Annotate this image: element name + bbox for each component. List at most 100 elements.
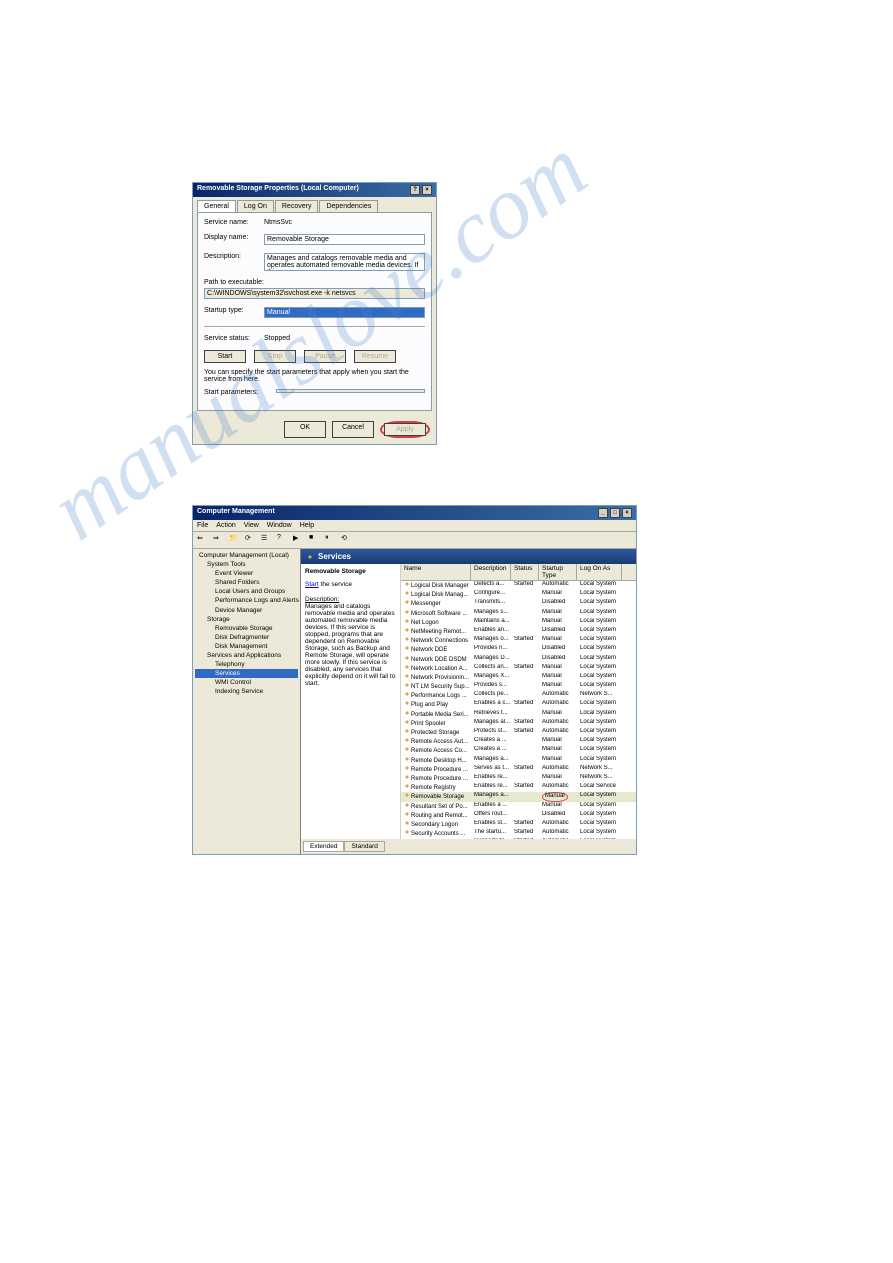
service-row[interactable]: Remote RegistryEnables re...StartedAutom… — [401, 783, 636, 792]
menu-window[interactable]: Window — [267, 522, 292, 529]
tree-item[interactable]: Services — [195, 669, 298, 678]
col-startup-type[interactable]: Startup Type — [539, 564, 577, 580]
service-row[interactable]: Protected StorageProtects st...StartedAu… — [401, 728, 636, 737]
start-params-label: Start parameters: — [204, 389, 276, 396]
service-row[interactable]: Remote Access Co...Creates a ...ManualLo… — [401, 746, 636, 755]
service-row[interactable]: Network Location A...Collects an...Start… — [401, 664, 636, 673]
dialog-title: Removable Storage Properties (Local Comp… — [197, 185, 359, 195]
folder-icon[interactable]: 📁 — [229, 534, 241, 546]
maximize-icon[interactable]: □ — [610, 508, 620, 518]
start-button[interactable]: Start — [204, 350, 246, 363]
description-input[interactable]: Manages and catalogs removable media and… — [264, 253, 425, 271]
tree-item[interactable]: Indexing Service — [195, 687, 298, 696]
col-log-on-as[interactable]: Log On As — [577, 564, 622, 580]
computer-management-window: Computer Management _ □ × File Action Vi… — [192, 505, 637, 855]
service-row[interactable]: Network ConnectionsManages o...StartedMa… — [401, 636, 636, 645]
service-row[interactable]: Resultant Set of Po...Enables a ...Manua… — [401, 802, 636, 811]
dialog-titlebar[interactable]: Removable Storage Properties (Local Comp… — [193, 183, 436, 197]
service-row[interactable]: Logical Disk ManagerDetects a...StartedA… — [401, 581, 636, 590]
service-row[interactable]: Secondary LogonEnables st...StartedAutom… — [401, 820, 636, 829]
service-row[interactable]: Remote Desktop H...Manages a...ManualLoc… — [401, 756, 636, 765]
refresh-icon[interactable]: ⟳ — [245, 534, 257, 546]
tree-item[interactable]: Performance Logs and Alerts — [195, 596, 298, 605]
restart-icon[interactable]: ⟲ — [341, 534, 353, 546]
service-description-panel: Removable Storage Start the service Desc… — [301, 564, 401, 839]
service-row[interactable]: Performance Logs ...Collects pe...Automa… — [401, 691, 636, 700]
tree-item[interactable]: Shared Folders — [195, 578, 298, 587]
tree-item[interactable]: Computer Management (Local) — [195, 551, 298, 560]
tree-panel: Computer Management (Local)System ToolsE… — [193, 549, 301, 854]
service-row[interactable]: Security Accounts ...The startu...Starte… — [401, 829, 636, 838]
play-icon[interactable]: ▶ — [293, 534, 305, 546]
tab-general[interactable]: General — [197, 200, 236, 212]
back-icon[interactable]: ⇐ — [197, 534, 209, 546]
description-label: Description: — [204, 253, 264, 260]
service-name-label: Service name: — [204, 219, 264, 226]
service-row[interactable]: Net LogonMaintains a...ManualLocal Syste… — [401, 618, 636, 627]
minimize-icon[interactable]: _ — [598, 508, 608, 518]
menu-file[interactable]: File — [197, 522, 208, 529]
service-row[interactable]: Print SpoolerManages al...StartedAutomat… — [401, 719, 636, 728]
ok-button[interactable]: OK — [284, 421, 326, 438]
service-row[interactable]: Network DDEProvides n...DisabledLocal Sy… — [401, 645, 636, 654]
cancel-button[interactable]: Cancel — [332, 421, 374, 438]
service-row[interactable]: Network Provisionin...Manages X...Manual… — [401, 673, 636, 682]
forward-icon[interactable]: ⇒ — [213, 534, 225, 546]
menu-view[interactable]: View — [244, 522, 259, 529]
service-row[interactable]: MessengerTransmits...DisabledLocal Syste… — [401, 599, 636, 608]
help-icon[interactable]: ? — [410, 185, 420, 195]
tree-item[interactable]: Local Users and Groups — [195, 587, 298, 596]
startup-select[interactable]: Manual — [264, 307, 425, 318]
service-row[interactable]: Logical Disk Manag...Configure...ManualL… — [401, 590, 636, 599]
tree-item[interactable]: Removable Storage — [195, 624, 298, 633]
tree-item[interactable]: Event Viewer — [195, 569, 298, 578]
tree-item[interactable]: Services and Applications — [195, 651, 298, 660]
tree-item[interactable]: WMI Control — [195, 678, 298, 687]
dialog-tabs: General Log On Recovery Dependencies — [193, 197, 436, 212]
display-name-label: Display name: — [204, 234, 264, 241]
tab-recovery[interactable]: Recovery — [275, 200, 319, 212]
tree-item[interactable]: Device Manager — [195, 606, 298, 615]
window-titlebar[interactable]: Computer Management _ □ × — [193, 506, 636, 520]
menu-action[interactable]: Action — [216, 522, 235, 529]
close-icon[interactable]: × — [422, 185, 432, 195]
menu-help[interactable]: Help — [300, 522, 314, 529]
service-row[interactable]: Microsoft Software ...Manages s...Manual… — [401, 609, 636, 618]
tree-item[interactable]: Disk Defragmenter — [195, 633, 298, 642]
service-row[interactable]: Remote Access Aut...Creates a ...ManualL… — [401, 737, 636, 746]
gear-icon — [307, 554, 313, 560]
display-name-input[interactable]: Removable Storage — [264, 234, 425, 245]
close-icon[interactable]: × — [622, 508, 632, 518]
stop-icon[interactable]: ■ — [309, 534, 321, 546]
col-description[interactable]: Description — [471, 564, 511, 580]
view-tab-standard[interactable]: Standard — [344, 841, 384, 852]
service-row[interactable]: NT LM Security Sup...Provides s...Manual… — [401, 682, 636, 691]
help-icon[interactable]: ? — [277, 534, 289, 546]
service-row[interactable]: NetMeeting Remot...Enables an...Disabled… — [401, 627, 636, 636]
service-row[interactable]: Portable Media Seri...Retrieves t...Manu… — [401, 710, 636, 719]
tree-item[interactable]: Storage — [195, 615, 298, 624]
pause-icon[interactable]: ⏸ — [325, 534, 337, 546]
service-row[interactable]: Routing and Remot...Offers rout...Disabl… — [401, 811, 636, 820]
tree-item[interactable]: System Tools — [195, 560, 298, 569]
status-label: Service status: — [204, 335, 264, 342]
path-label: Path to executable: — [204, 279, 425, 286]
view-tabs: Extended Standard — [301, 839, 636, 854]
service-name-value: NtmsSvc — [264, 219, 425, 226]
props-icon[interactable]: ☰ — [261, 534, 273, 546]
service-row[interactable]: Removable StorageManages a...ManualLocal… — [401, 792, 636, 801]
col-name[interactable]: Name — [401, 564, 471, 580]
tab-dependencies[interactable]: Dependencies — [319, 200, 378, 212]
desc-heading: Description: — [305, 596, 396, 603]
start-link[interactable]: Start — [305, 581, 319, 588]
service-row[interactable]: Remote Procedure ...Enables re...ManualN… — [401, 774, 636, 783]
service-row[interactable]: Network DDE DSDMManages D...DisabledLoca… — [401, 655, 636, 664]
tab-logon[interactable]: Log On — [237, 200, 274, 212]
service-row[interactable]: Remote Procedure ...Serves as t...Starte… — [401, 765, 636, 774]
tree-item[interactable]: Disk Management — [195, 642, 298, 651]
col-status[interactable]: Status — [511, 564, 539, 580]
apply-button: Apply — [384, 423, 426, 436]
tree-item[interactable]: Telephony — [195, 660, 298, 669]
service-row[interactable]: Plug and PlayEnables a c...StartedAutoma… — [401, 700, 636, 709]
view-tab-extended[interactable]: Extended — [303, 841, 344, 852]
